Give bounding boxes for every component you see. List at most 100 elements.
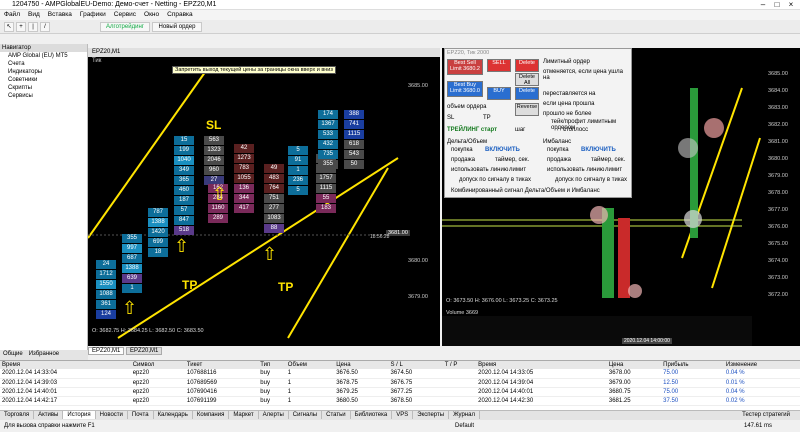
tab-news[interactable]: Новости (96, 411, 128, 419)
imb-timer-label: таймер, сек. (591, 157, 626, 163)
price-passed-label: если цена прошла (543, 101, 595, 107)
footprint-cell: 15 (174, 136, 194, 145)
tab-favorites[interactable]: Избранное (26, 350, 62, 358)
table-row[interactable]: 2020.12.04 14:42:17 epz20 107691199 buy 1 368… (0, 396, 800, 406)
tab-journal[interactable]: Журнал (449, 411, 480, 419)
footprint-cell: 1160 (208, 204, 228, 213)
vertical-line-icon[interactable]: | (28, 22, 38, 32)
navigator-panel: Навигатор AMP Global (EU) MT5 Счета Инди… (0, 44, 88, 360)
navigator-item-scripts[interactable]: Скрипты (0, 84, 87, 92)
tab-alerts[interactable]: Алерты (259, 411, 289, 419)
footprint-cell: 24 (96, 260, 116, 269)
crosshair-icon[interactable]: + (16, 22, 26, 32)
footprint-cell: 699 (148, 238, 168, 247)
cursor-icon[interactable]: ↖ (4, 22, 14, 32)
chart-tab-2[interactable]: EPZ20,M1 (126, 347, 163, 355)
tab-market[interactable]: Маркет (229, 411, 259, 419)
sell-button[interactable]: SELL (487, 59, 511, 72)
arrow-up-icon: ⇧ (122, 298, 138, 318)
footprint-chart[interactable]: Тик Запретить выход текущей цены за гран… (88, 48, 440, 346)
maximize-button[interactable]: □ (770, 0, 784, 10)
navigator-item-experts[interactable]: Советники (0, 76, 87, 84)
current-price-label: 3681.00 (386, 230, 410, 236)
footprint-cell: 1550 (96, 280, 116, 289)
tab-general[interactable]: Общие (0, 350, 26, 358)
tab-assets[interactable]: Активы (34, 411, 64, 419)
footprint-cell: 432 (318, 140, 338, 149)
delete-sell-button[interactable]: Delete (515, 59, 539, 72)
tp-field-label: TP (483, 115, 491, 121)
tab-history[interactable]: История (63, 411, 96, 419)
minimize-button[interactable]: – (756, 0, 770, 10)
tab-vps[interactable]: VPS (392, 411, 414, 419)
tab-signals[interactable]: Сигналы (289, 411, 323, 419)
tab-trade[interactable]: Торговля (0, 411, 35, 419)
close-button[interactable]: × (784, 0, 798, 10)
tab-calendar[interactable]: Календарь (154, 411, 193, 419)
footprint-cell: 1115 (316, 184, 336, 193)
footprint-cell: 355 (318, 160, 338, 169)
trendline-icon[interactable]: / (40, 22, 50, 32)
tab-articles[interactable]: Статьи (322, 411, 351, 419)
footprint-cell: 365 (174, 176, 194, 185)
imb-sell-checkbox[interactable]: продажа (547, 157, 571, 163)
price-axis-label: 3685.00 (408, 83, 428, 89)
cancel-if-label: отменяется, если цена ушла на (543, 69, 623, 81)
menu-window[interactable]: Окно (140, 10, 163, 19)
imb-admit-label: допуск по сигналу в тиках (555, 177, 627, 183)
delta-buy-checkbox[interactable]: покупка (451, 147, 473, 153)
footprint-cell: 183 (316, 204, 336, 213)
footprint-cell: 735 (318, 150, 338, 159)
enable-imbalance-button[interactable]: ВКЛЮЧИТЬ (581, 147, 616, 153)
time-label: 18:56:28 (370, 234, 390, 240)
navigator-item-indicators[interactable]: Индикаторы (0, 68, 87, 76)
footprint-cell: 1088 (96, 290, 116, 299)
imb-buy-checkbox[interactable]: покупка (547, 147, 569, 153)
tab-mail[interactable]: Почта (128, 411, 154, 419)
status-bar: Для вызова справки нажмите F1 Default 14… (0, 422, 800, 432)
delta-use-line-checkbox[interactable]: использовать линию (451, 167, 508, 173)
buy-button[interactable]: BUY (487, 87, 511, 100)
tab-company[interactable]: Компания (193, 411, 230, 419)
table-row[interactable]: 2020.12.04 14:39:03 epz20 107689569 buy 1 367… (0, 378, 800, 388)
menu-help[interactable]: Справка (163, 10, 197, 19)
menu-file[interactable]: Файл (0, 10, 24, 19)
table-row[interactable]: 2020.12.04 14:40:01 epz20 107690416 buy 1 367… (0, 387, 800, 397)
best-buy-limit-button[interactable]: Best Buy Limit 3680.0 (447, 81, 483, 97)
navigator-account-root[interactable]: AMP Global (EU) MT5 (0, 52, 87, 60)
arrow-up-icon: ⇧ (174, 236, 190, 256)
delete-all-button[interactable]: Delete All (515, 73, 539, 86)
new-order-button[interactable]: Новый ордер (152, 22, 202, 32)
footprint-cell: 1712 (96, 270, 116, 279)
not-more-label: прошло не более (543, 111, 592, 117)
menu-insert[interactable]: Вставка (44, 10, 76, 19)
delta-admit-label: допуск по сигналу в тиках (459, 177, 531, 183)
footprint-cell: 787 (148, 208, 168, 217)
profile-name: Default (455, 423, 475, 429)
menu-charts[interactable]: Графики (76, 10, 110, 19)
menu-bar: Файл Вид Вставка Графики Сервис Окно Справка (0, 10, 800, 20)
delta-sell-checkbox[interactable]: продажа (451, 157, 475, 163)
navigator-item-accounts[interactable]: Счета (0, 60, 87, 68)
menu-service[interactable]: Сервис (110, 10, 140, 19)
delete-buy-button[interactable]: Delete (515, 87, 539, 100)
footprint-cell: 764 (264, 184, 284, 193)
enable-delta-button[interactable]: ВКЛЮЧИТЬ (485, 147, 520, 153)
footprint-cell: 563 (204, 136, 224, 145)
move-to-label: переставляется на (543, 91, 596, 97)
chart-tab-1[interactable]: EPZ20,M1 (88, 347, 125, 355)
footprint-cell: 1083 (264, 214, 284, 223)
chart1-tf-label: Тик (92, 58, 102, 64)
reverse-button[interactable]: Reverse (515, 103, 539, 116)
algo-trading-button[interactable]: Алготрейдинг (100, 22, 150, 32)
footprint-cell: 1115 (344, 130, 364, 139)
tab-library[interactable]: Библиотека (351, 411, 393, 419)
navigator-item-services[interactable]: Сервисы (0, 92, 87, 100)
menu-view[interactable]: Вид (24, 10, 44, 19)
strategy-tester-button[interactable]: Тестер стратегий (738, 411, 794, 419)
tab-experts[interactable]: Эксперты (413, 411, 450, 419)
best-sell-limit-button[interactable]: Best Sell Limit 3680.2 (447, 59, 483, 75)
combined-signal-checkbox[interactable]: Комбинированный сигнал Дельта/Объем и Им… (451, 188, 600, 194)
imb-use-line-checkbox[interactable]: использовать линию (547, 167, 604, 173)
table-row[interactable]: 2020.12.04 14:33:04 epz20 107688116 buy 1 367… (0, 369, 800, 379)
